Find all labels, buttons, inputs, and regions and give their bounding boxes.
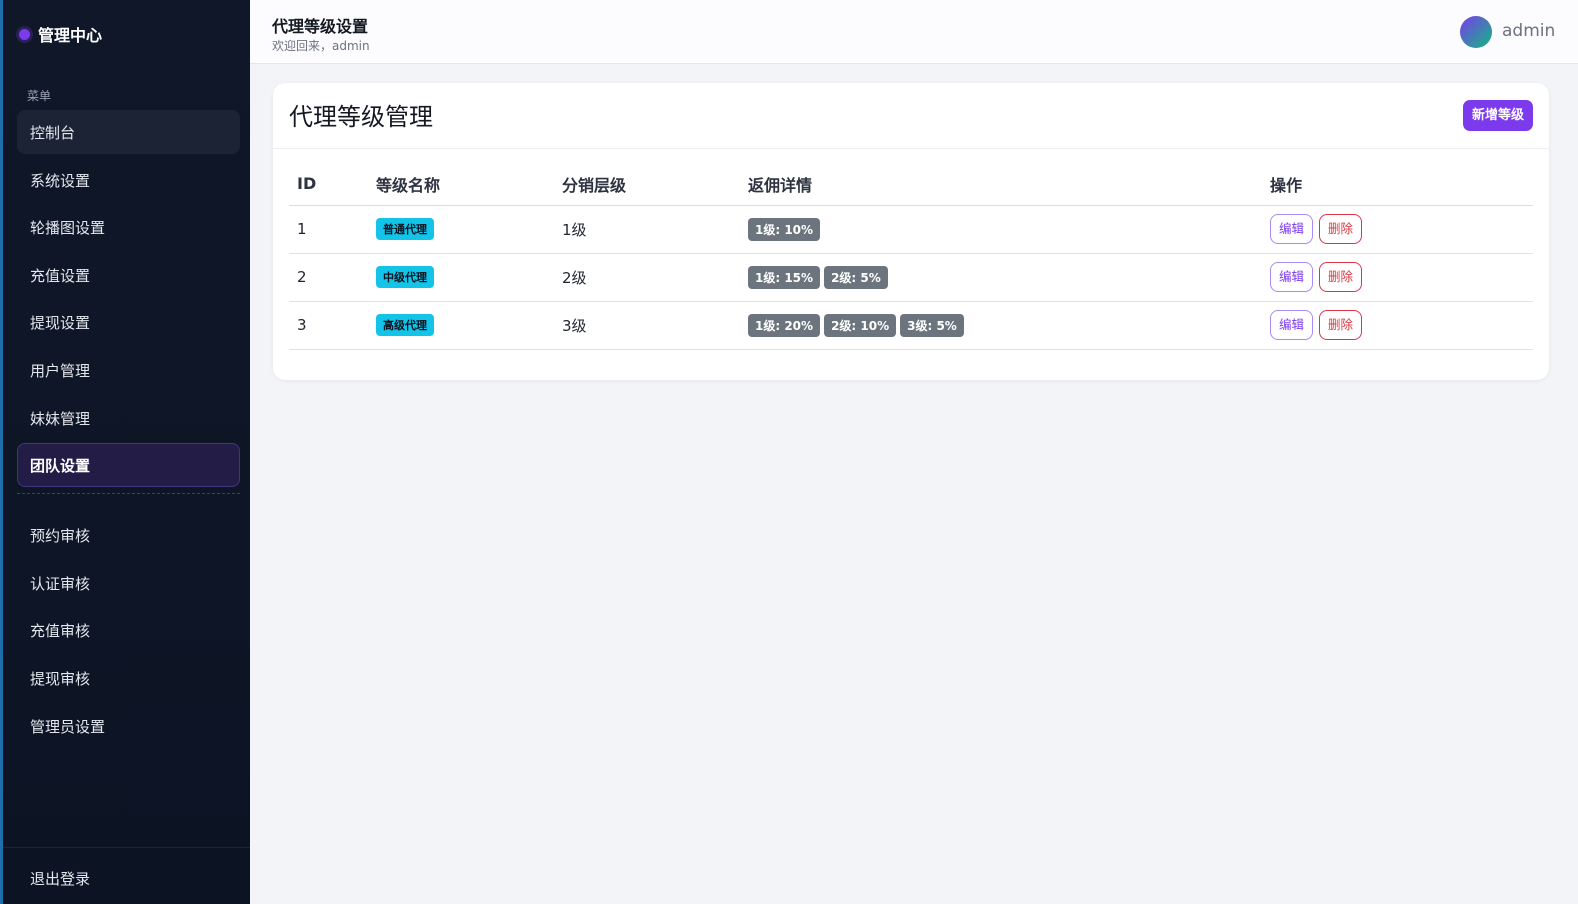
cell-levels: 1级 xyxy=(554,205,740,254)
sidebar-item-admin-settings[interactable]: 管理员设置 xyxy=(17,704,240,748)
add-level-button[interactable]: 新增等级 xyxy=(1462,100,1533,131)
topbar: 代理等级设置 欢迎回来，admin admin xyxy=(250,0,1578,64)
sidebar-item-withdraw-review[interactable]: 提现审核 xyxy=(17,656,240,700)
card-title: 代理等级管理 xyxy=(289,103,433,131)
sidebar-item-user-management[interactable]: 用户管理 xyxy=(17,348,240,392)
agent-level-card: 代理等级管理 新增等级 ID 等级名称 分销层级 返佣详情 操作 1 普通代理 … xyxy=(273,83,1549,380)
column-header-id: ID xyxy=(289,163,368,206)
sidebar-item-recharge-settings[interactable]: 充值设置 xyxy=(17,253,240,297)
sidebar-item-withdraw-settings[interactable]: 提现设置 xyxy=(17,300,240,344)
sidebar-item-recharge-review[interactable]: 充值审核 xyxy=(17,608,240,652)
brand: 管理中心 xyxy=(19,22,102,46)
delete-button[interactable]: 删除 xyxy=(1319,310,1363,340)
cell-name: 高级代理 xyxy=(368,301,554,350)
page-title: 代理等级设置 xyxy=(272,17,369,36)
commission-badge: 1级: 10% xyxy=(748,217,821,241)
level-table: ID 等级名称 分销层级 返佣详情 操作 1 普通代理 1级 1级: 10% 编… xyxy=(289,163,1533,350)
username[interactable]: admin xyxy=(1502,21,1555,41)
level-name-badge: 普通代理 xyxy=(376,218,434,240)
brand-label: 管理中心 xyxy=(38,26,103,45)
cell-commission: 1级: 15% 2级: 5% xyxy=(740,253,1262,302)
table-row: 1 普通代理 1级 1级: 10% 编辑 删除 xyxy=(289,205,1533,254)
table-row: 2 中级代理 2级 1级: 15% 2级: 5% 编辑 删除 xyxy=(289,253,1533,302)
edit-button[interactable]: 编辑 xyxy=(1270,262,1314,292)
cell-actions: 编辑 删除 xyxy=(1262,301,1533,350)
sidebar-item-dashboard[interactable]: 控制台 xyxy=(17,110,240,154)
avatar[interactable] xyxy=(1460,16,1492,48)
commission-badge: 1级: 15% xyxy=(748,265,821,289)
commission-badge: 1级: 20% xyxy=(748,313,821,337)
sidebar: 管理中心 菜单 控制台 系统设置 轮播图设置 充值设置 提现设置 用户管理 妹妹… xyxy=(0,0,250,904)
sidebar-item-carousel-settings[interactable]: 轮播图设置 xyxy=(17,205,240,249)
column-header-levels: 分销层级 xyxy=(554,163,740,206)
table-row: 3 高级代理 3级 1级: 20% 2级: 10% 3级: 5% 编辑 删除 xyxy=(289,301,1533,350)
commission-badge: 2级: 5% xyxy=(824,265,888,289)
cell-name: 普通代理 xyxy=(368,205,554,254)
level-name-badge: 高级代理 xyxy=(376,314,434,336)
menu-caption: 菜单 xyxy=(27,89,52,103)
brand-dot-icon xyxy=(19,28,30,40)
sidebar-item-booking-review[interactable]: 预约审核 xyxy=(17,513,240,557)
edit-button[interactable]: 编辑 xyxy=(1270,310,1314,340)
cell-levels: 2级 xyxy=(554,253,740,302)
cell-actions: 编辑 删除 xyxy=(1262,253,1533,302)
logout-link[interactable]: 退出登录 xyxy=(30,868,90,889)
sidebar-item-verification-review[interactable]: 认证审核 xyxy=(17,561,240,605)
edit-button[interactable]: 编辑 xyxy=(1270,214,1314,244)
cell-commission: 1级: 20% 2级: 10% 3级: 5% xyxy=(740,301,1262,350)
cell-name: 中级代理 xyxy=(368,253,554,302)
delete-button[interactable]: 删除 xyxy=(1319,214,1363,244)
sidebar-item-team-settings[interactable]: 团队设置 xyxy=(17,443,240,488)
table-header-row: ID 等级名称 分销层级 返佣详情 操作 xyxy=(289,163,1533,206)
cell-id: 3 xyxy=(289,301,368,350)
menu-divider xyxy=(17,493,240,495)
column-header-name: 等级名称 xyxy=(368,163,554,206)
sidebar-item-meimei-management[interactable]: 妹妹管理 xyxy=(17,396,240,440)
cell-actions: 编辑 删除 xyxy=(1262,205,1533,254)
column-header-actions: 操作 xyxy=(1262,163,1533,206)
sidebar-item-system-settings[interactable]: 系统设置 xyxy=(17,158,240,202)
cell-levels: 3级 xyxy=(554,301,740,350)
commission-badge: 2级: 10% xyxy=(824,313,897,337)
sidebar-footer: 退出登录 xyxy=(3,847,250,904)
delete-button[interactable]: 删除 xyxy=(1319,262,1363,292)
commission-badge: 3级: 5% xyxy=(900,313,964,337)
sidebar-menu: 控制台 系统设置 轮播图设置 充值设置 提现设置 用户管理 妹妹管理 团队设置 … xyxy=(17,110,240,751)
welcome-text: 欢迎回来，admin xyxy=(272,39,370,53)
column-header-commission: 返佣详情 xyxy=(740,163,1262,206)
card-header: 代理等级管理 新增等级 xyxy=(273,83,1549,149)
cell-commission: 1级: 10% xyxy=(740,205,1262,254)
cell-id: 2 xyxy=(289,253,368,302)
level-name-badge: 中级代理 xyxy=(376,266,434,288)
cell-id: 1 xyxy=(289,205,368,254)
